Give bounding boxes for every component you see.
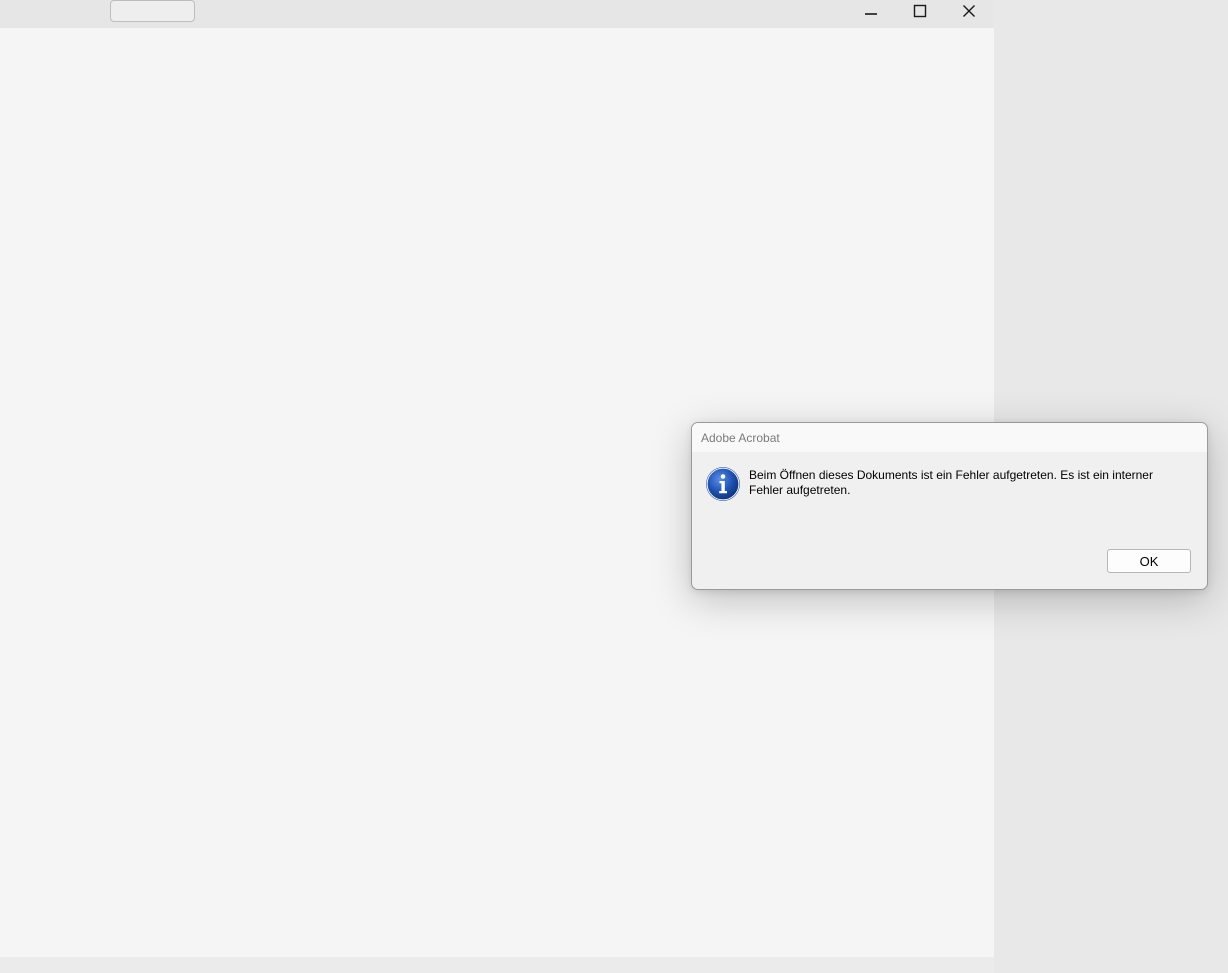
window-bottom-edge: [0, 957, 994, 973]
dialog-titlebar: Adobe Acrobat: [692, 423, 1207, 453]
info-icon: [706, 467, 740, 501]
maximize-icon: [913, 4, 927, 18]
close-icon: [963, 5, 975, 17]
close-button[interactable]: [946, 0, 992, 22]
maximize-button[interactable]: [897, 0, 943, 22]
titlebar-tab[interactable]: [110, 0, 195, 22]
ok-button[interactable]: OK: [1107, 549, 1191, 573]
window-titlebar: [0, 0, 994, 28]
dialog-message: Beim Öffnen dieses Dokuments ist ein Feh…: [749, 468, 1153, 497]
error-dialog: Adobe Acrobat Beim Öffnen dieses Dokumen…: [691, 422, 1208, 590]
dialog-title: Adobe Acrobat: [701, 431, 780, 445]
minimize-button[interactable]: [848, 0, 894, 22]
minimize-icon: [865, 13, 877, 15]
